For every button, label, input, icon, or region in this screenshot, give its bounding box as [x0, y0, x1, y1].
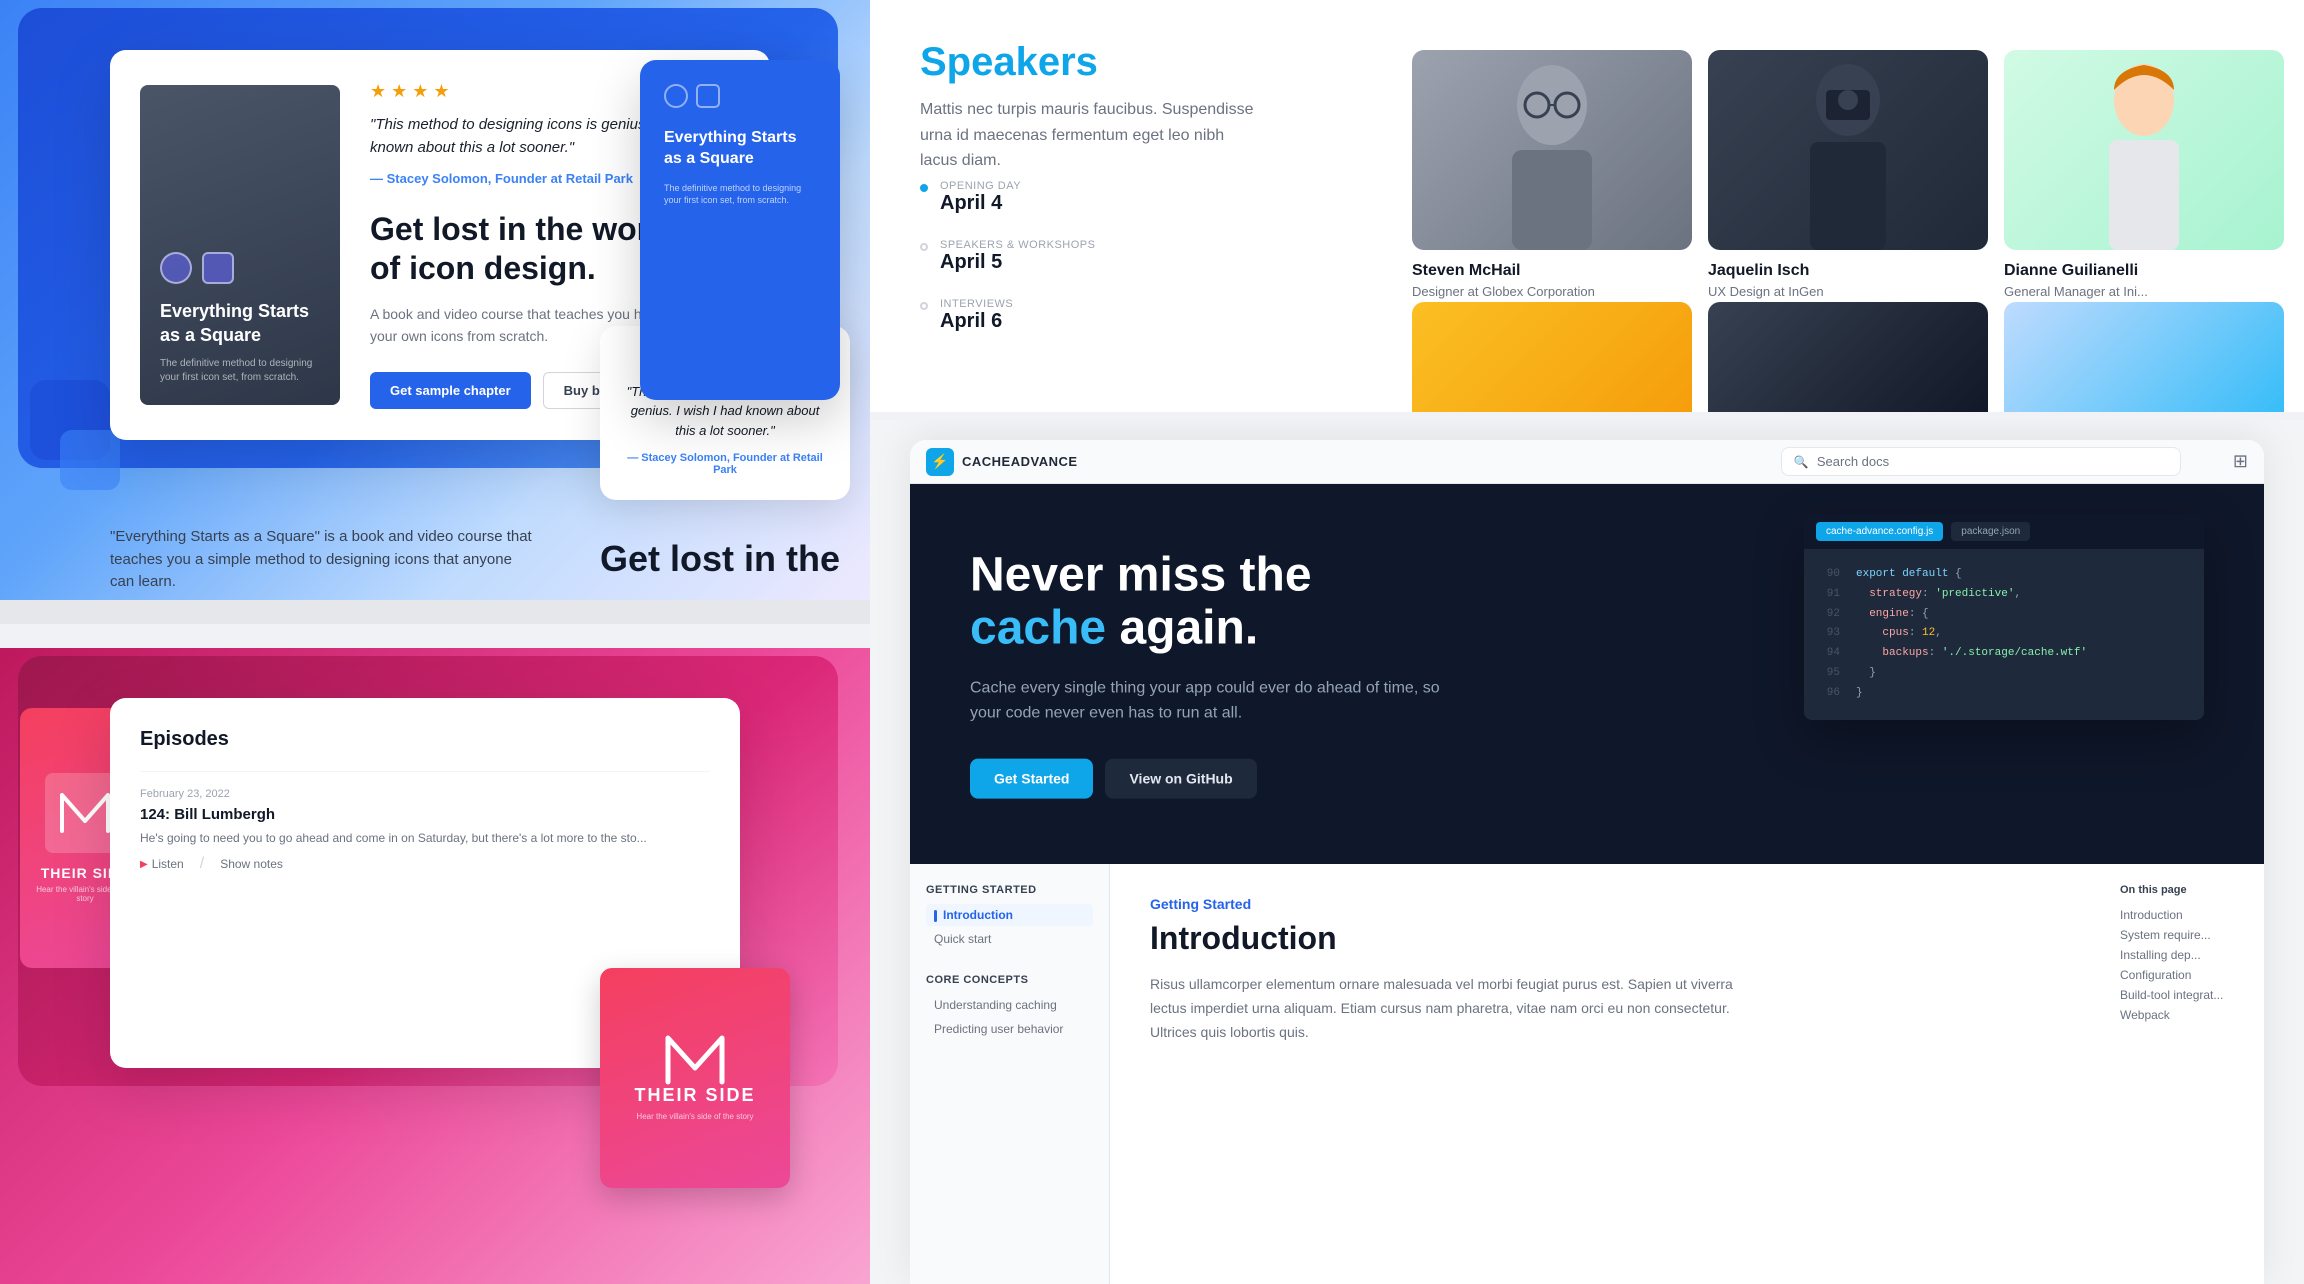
sidebar-item-predicting[interactable]: Predicting user behavior	[926, 1018, 1093, 1040]
speakers-desc: Mattis nec turpis mauris faucibus. Suspe…	[920, 97, 1260, 174]
code-tab-pkg[interactable]: package.json	[1951, 522, 2030, 541]
sidebar-section-2: Core concepts Understanding caching Pred…	[926, 974, 1093, 1040]
sidebar-item-caching[interactable]: Understanding caching	[926, 994, 1093, 1016]
schedule-item-3: Interviews April 6	[920, 298, 1095, 333]
podcast-section: THEIR SIDE Hear the villain's side of th…	[0, 648, 870, 1284]
search-placeholder: Search docs	[1817, 454, 1889, 469]
docs-intro-text: Risus ullamcorper elementum ornare males…	[1150, 973, 1750, 1044]
right-nav-item-webpack[interactable]: Webpack	[2120, 1008, 2248, 1022]
show-notes-button[interactable]: Show notes	[220, 855, 283, 873]
cache-section: ⚡ CACHEADVANCE 🔍 Search docs ⊞ Never mis…	[870, 420, 2304, 1284]
speaker-photo-2	[1708, 50, 1988, 250]
right-nav-item-build[interactable]: Build-tool integrat...	[2120, 988, 2248, 1002]
speaker-photo-5	[1708, 302, 1988, 412]
right-panel: Speakers Mattis nec turpis mauris faucib…	[870, 0, 2304, 1284]
cache-hero: Never miss the cache again. Cache every …	[910, 484, 2264, 864]
browser-chrome: ⚡ CACHEADVANCE 🔍 Search docs ⊞	[910, 440, 2264, 484]
episode-item: February 23, 2022 124: Bill Lumbergh He'…	[140, 771, 710, 889]
partial-heading: Get lost in the	[600, 538, 840, 580]
speaker-card-3: Dianne Guilianelli General Manager at In…	[2004, 50, 2284, 299]
cache-logo-icon: ⚡	[926, 448, 954, 476]
sample-chapter-button[interactable]: Get sample chapter	[370, 372, 531, 409]
right-nav-item-config[interactable]: Configuration	[2120, 968, 2248, 982]
float-author: — Stacey Solomon, Founder at Retail Park	[624, 452, 826, 476]
code-body: 90export default { 91 strategy: 'predict…	[1804, 549, 2204, 720]
docs-breadcrumb: Getting Started	[1150, 896, 2064, 912]
get-started-button[interactable]: Get Started	[970, 758, 1093, 798]
speaker-role-3: General Manager at Ini...	[2004, 284, 2284, 299]
docs-layout: Getting started Introduction Quick start…	[910, 864, 2264, 1284]
speaker-card-2: Jaquelin Isch UX Design at InGen	[1708, 50, 1988, 299]
search-icon: 🔍	[1794, 455, 1809, 469]
speaker-card-1: Steven McHail Designer at Globex Corpora…	[1412, 50, 1692, 299]
cover-subtitle: The definitive method to designing your …	[160, 357, 320, 385]
hero-title: Never miss the cache again.	[970, 550, 1450, 656]
sidebar-section-1: Getting started Introduction Quick start	[926, 884, 1093, 950]
episode-date: February 23, 2022	[140, 788, 710, 800]
speakers-section: Speakers Mattis nec turpis mauris faucib…	[870, 0, 2304, 420]
blue-card-title: Everything Starts as a Square	[664, 128, 816, 170]
left-panel: Everything Starts as a Square The defini…	[0, 0, 870, 1284]
blue-card-sub: The definitive method to designing your …	[664, 182, 816, 207]
listen-button[interactable]: ▶ Listen	[140, 855, 184, 873]
schedule-item-2: Speakers & Workshops April 5	[920, 239, 1095, 274]
sidebar-item-introduction[interactable]: Introduction	[926, 904, 1093, 926]
episodes-title: Episodes	[140, 728, 710, 751]
docs-intro-title: Introduction	[1150, 920, 2064, 957]
speaker-role-2: UX Design at InGen	[1708, 284, 1988, 299]
docs-right-nav-title: On this page	[2120, 884, 2248, 896]
code-tab-active[interactable]: cache-advance.config.js	[1816, 522, 1943, 541]
podcast-mini-card: THEIR SIDE Hear the villain's side of th…	[600, 968, 790, 1188]
sidebar-item-quickstart[interactable]: Quick start	[926, 928, 1093, 950]
mini-podcast-title: THEIR SIDE	[634, 1085, 755, 1106]
docs-right-nav: On this page Introduction System require…	[2104, 864, 2264, 1284]
book-cover: Everything Starts as a Square The defini…	[140, 85, 340, 405]
schedule-item-1: Opening Day April 4	[920, 180, 1095, 215]
episode-desc: He's going to need you to go ahead and c…	[140, 829, 710, 847]
speaker-photo-1	[1412, 50, 1692, 250]
speaker-photo-3	[2004, 50, 2284, 250]
episode-title: 124: Bill Lumbergh	[140, 806, 710, 823]
speaker-name-2: Jaquelin Isch	[1708, 262, 1988, 280]
speaker-role-1: Designer at Globex Corporation	[1412, 284, 1692, 299]
browser-logo: ⚡ CACHEADVANCE	[926, 448, 1078, 476]
nav-icon: ⊞	[2233, 451, 2248, 472]
code-window: cache-advance.config.js package.json 90e…	[1804, 514, 2204, 720]
view-github-button[interactable]: View on GitHub	[1105, 758, 1256, 798]
browser-window: ⚡ CACHEADVANCE 🔍 Search docs ⊞ Never mis…	[910, 440, 2264, 1284]
blue-book-card: Everything Starts as a Square The defini…	[640, 60, 840, 400]
hero-subtitle: Cache every single thing your app could …	[970, 675, 1450, 726]
sidebar-section-title-2: Core concepts	[926, 974, 1093, 986]
cover-title: Everything Starts as a Square	[160, 300, 320, 347]
speaker-name-1: Steven McHail	[1412, 262, 1692, 280]
docs-sidebar: Getting started Introduction Quick start…	[910, 864, 1110, 1284]
speaker-photo-4	[1412, 302, 1692, 412]
right-nav-item-intro[interactable]: Introduction	[2120, 908, 2248, 922]
docs-search[interactable]: 🔍 Search docs	[1781, 447, 2181, 476]
docs-main-content: Getting Started Introduction Risus ullam…	[1110, 864, 2104, 1284]
book-section: Everything Starts as a Square The defini…	[0, 0, 870, 600]
sidebar-section-title-1: Getting started	[926, 884, 1093, 896]
right-nav-item-system[interactable]: System require...	[2120, 928, 2248, 942]
cache-logo-text: CACHEADVANCE	[962, 454, 1078, 469]
speaker-photo-6	[2004, 302, 2284, 412]
mini-podcast-sub: Hear the villain's side of the story	[636, 1112, 753, 1121]
right-nav-item-install[interactable]: Installing dep...	[2120, 948, 2248, 962]
speaker-name-3: Dianne Guilianelli	[2004, 262, 2284, 280]
scroll-text: "Everything Starts as a Square" is a boo…	[110, 520, 540, 600]
